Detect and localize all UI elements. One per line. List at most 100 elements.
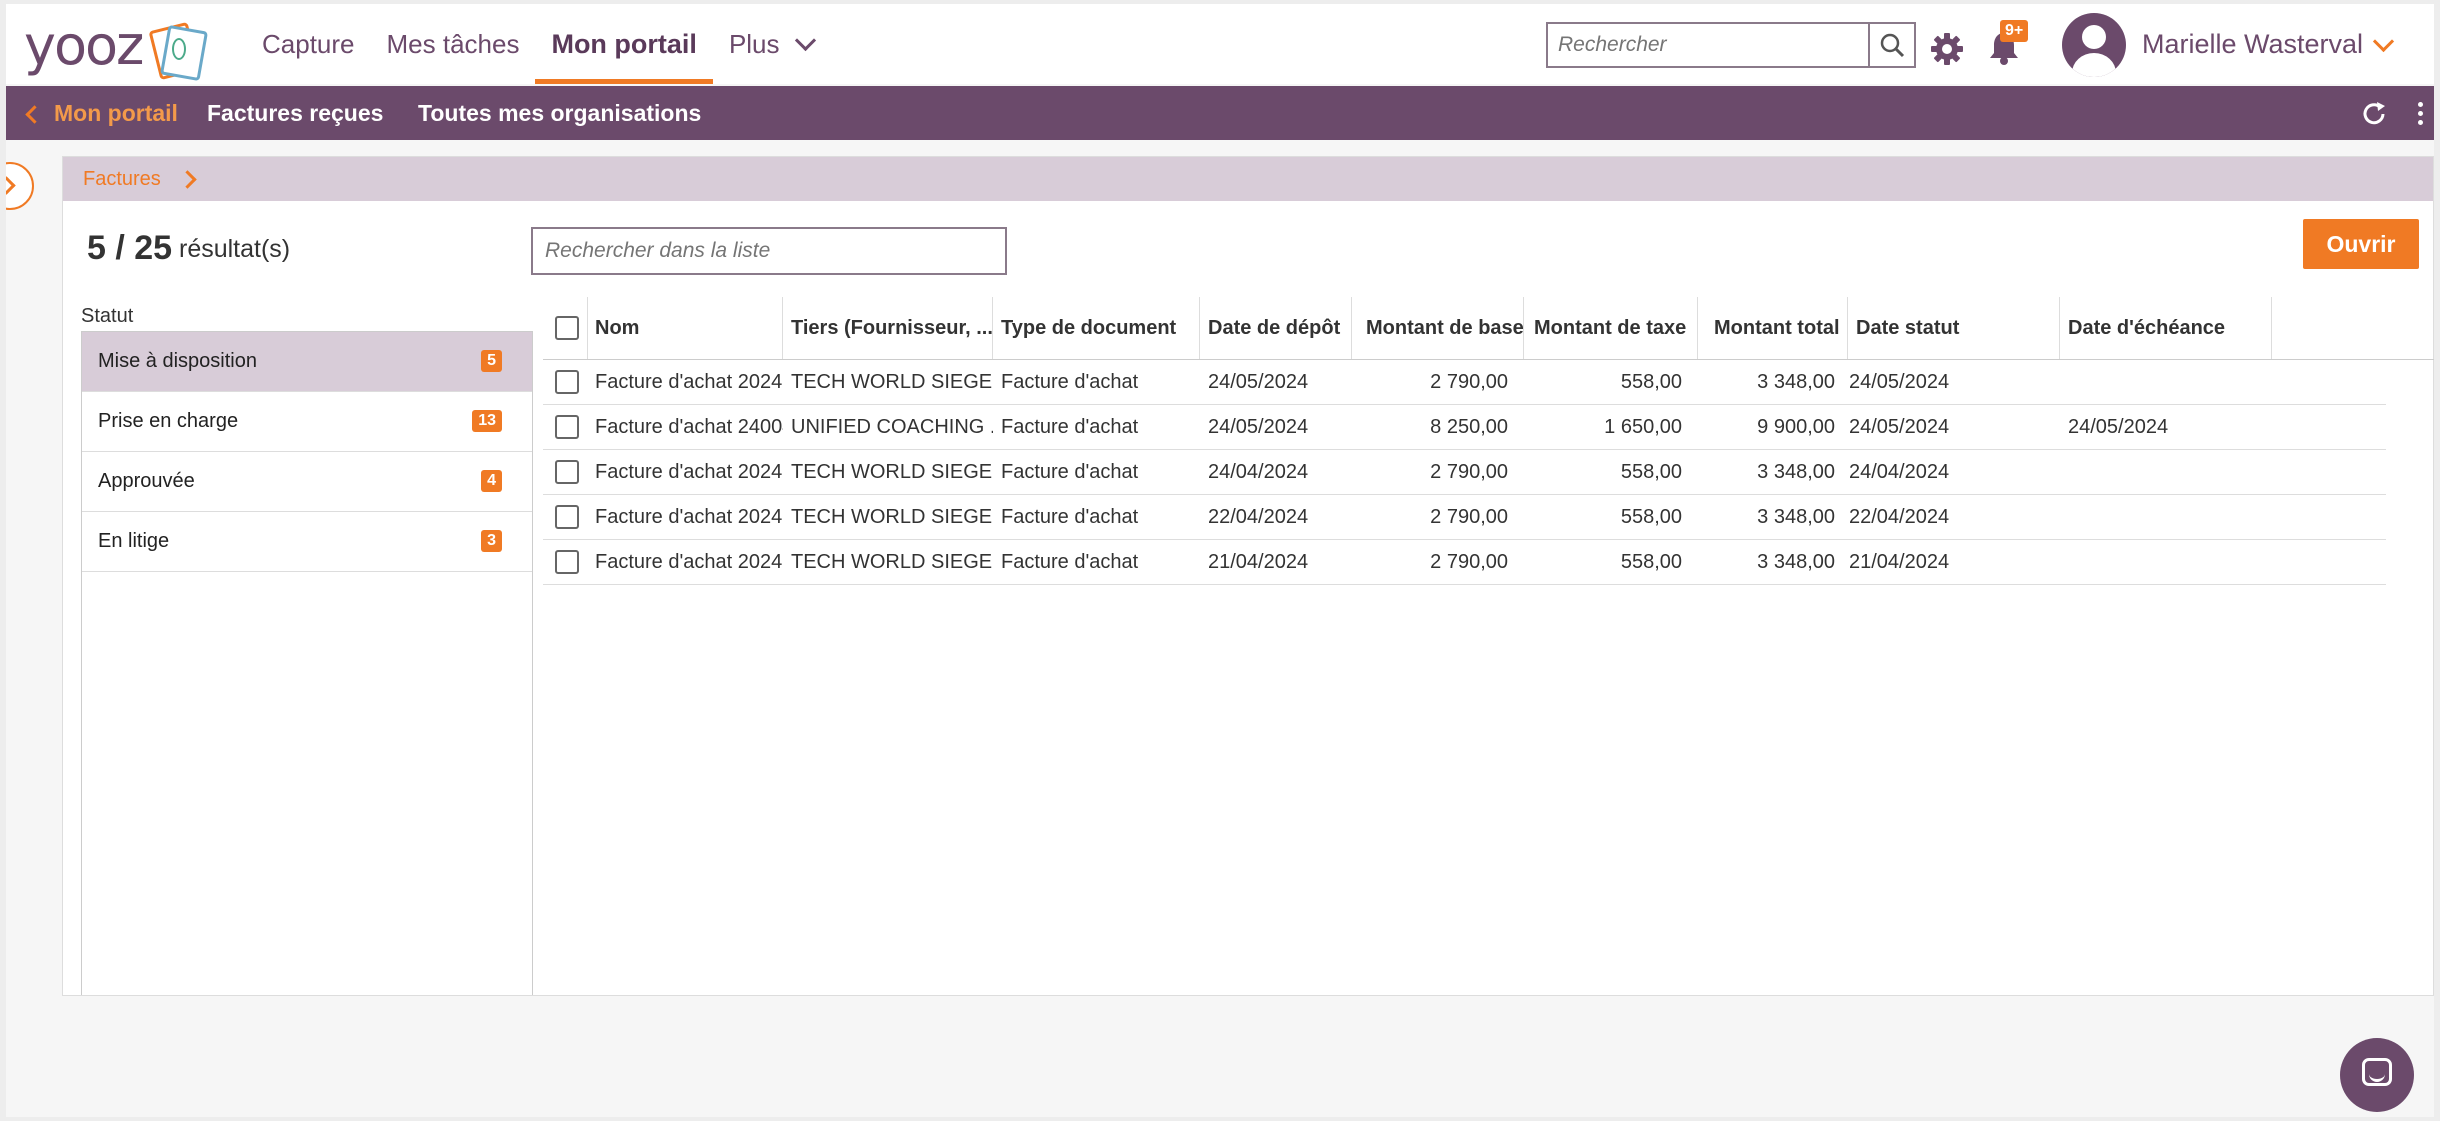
menu-item-label: Mes tâches [386,28,520,59]
status-count-badge: 3 [481,530,502,552]
menu-item-mon-portail[interactable]: Mon portail [535,4,714,84]
results-count: 5 / 25 [87,229,173,267]
global-search-input[interactable] [1548,24,1868,66]
column-header-date-echeance[interactable]: Date d'échéance [2060,297,2272,359]
chevron-right-icon[interactable] [178,170,197,189]
subnav-mon-portail[interactable]: Mon portail [54,86,178,140]
row-checkbox[interactable] [555,460,579,484]
cell-type-document: Facture d'achat [1001,416,1139,438]
row-checkbox[interactable] [555,370,579,394]
logo-cards-icon [148,20,209,82]
sidebar-expand-toggle[interactable] [6,162,34,210]
menu-item-capture[interactable]: Capture [246,4,371,84]
table-row[interactable]: Facture d'achat 20240131SMI (... TECH WOR… [543,540,2386,585]
status-label: Approuvée [98,470,195,492]
status-count-badge: 5 [481,350,502,372]
column-header-montant-taxe[interactable]: Montant de taxe [1524,297,1698,359]
cell-montant-total: 3 348,00 [1757,461,1835,483]
table-header: Nom Tiers (Fournisseur, ... Type de docu… [543,297,2434,360]
breadcrumb-factures[interactable]: Factures [83,157,161,201]
list-search-input[interactable] [531,227,1007,275]
status-item-en-litige[interactable]: En litige 3 [82,512,532,572]
user-name[interactable]: Marielle Wasterval [2142,4,2363,84]
back-chevron-icon[interactable] [25,105,44,124]
column-header-date-depot[interactable]: Date de dépôt [1200,297,1352,359]
search-icon [1880,33,1905,58]
open-button[interactable]: Ouvrir [2303,219,2419,269]
user-menu-chevron-icon[interactable] [2372,30,2395,53]
menu-item-label: Mon portail [551,28,697,59]
table-row[interactable]: Facture d'achat 20240132DCO ... TECH WORL… [543,450,2386,495]
cell-date-echeance [2060,540,2272,584]
column-header-type-document[interactable]: Type de document [993,297,1200,359]
cell-montant-taxe: 558,00 [1620,506,1682,528]
main-menu: Capture Mes tâches Mon portail Plus [246,4,829,84]
cell-date-echeance [2060,360,2272,404]
logo-text: yooz [24,14,144,77]
cell-montant-total: 3 348,00 [1757,551,1835,573]
user-icon [2082,25,2106,49]
cell-date-echeance: 24/05/2024 [2068,416,2169,438]
cell-type-document: Facture d'achat [1001,551,1139,573]
status-label: Mise à disposition [98,350,257,372]
table-row[interactable]: Facture d'achat 2400424GMI (... UNIFIED C… [543,405,2386,450]
row-checkbox[interactable] [555,415,579,439]
table-row[interactable]: Facture d'achat 20240131SMI (... TECH WOR… [543,495,2386,540]
cell-montant-total: 3 348,00 [1757,371,1835,393]
global-search [1546,22,1916,68]
more-options-icon[interactable] [2418,102,2423,129]
select-all-checkbox[interactable] [555,316,579,340]
menu-item-plus[interactable]: Plus [713,4,829,84]
status-filter-panel: Mise à disposition 5 Prise en charge 13 … [81,331,533,995]
settings-button[interactable] [1930,32,1964,71]
cell-nom: Facture d'achat 20240131SMI (... [595,506,783,528]
search-button[interactable] [1868,24,1914,66]
cell-montant-taxe: 558,00 [1620,461,1682,483]
cell-date-echeance [2060,495,2272,539]
column-header-montant-total[interactable]: Montant total [1698,297,1848,359]
column-header-tiers[interactable]: Tiers (Fournisseur, ... [783,297,993,359]
menu-item-label: Capture [262,28,355,59]
cell-date-depot: 21/04/2024 [1208,551,1309,573]
cell-montant-base: 2 790,00 [1430,551,1508,573]
sub-navbar: Mon portail Factures reçues Toutes mes o… [6,86,2434,140]
column-header-nom[interactable]: Nom [587,297,783,359]
cell-date-depot: 24/05/2024 [1208,416,1309,438]
cell-type-document: Facture d'achat [1001,506,1139,528]
chat-button[interactable] [2340,1038,2414,1112]
status-item-mise-a-disposition[interactable]: Mise à disposition 5 [82,332,532,392]
menu-item-label: Plus [728,28,780,59]
row-checkbox[interactable] [555,505,579,529]
invoices-table: Nom Tiers (Fournisseur, ... Type de docu… [543,297,2434,585]
status-item-approuvee[interactable]: Approuvée 4 [82,452,532,512]
column-header-date-statut[interactable]: Date statut [1848,297,2060,359]
cell-date-depot: 24/04/2024 [1208,461,1309,483]
refresh-icon [2363,102,2385,125]
status-label: En litige [98,530,170,552]
avatar[interactable] [2062,13,2126,77]
subnav-factures-recues[interactable]: Factures reçues [207,86,383,140]
top-navbar: yooz Capture Mes tâches Mon portail Plus [6,4,2434,84]
column-header-montant-base[interactable]: Montant de base [1352,297,1524,359]
subnav-toutes-organisations[interactable]: Toutes mes organisations [418,86,701,140]
cell-montant-total: 3 348,00 [1757,506,1835,528]
status-count-badge: 13 [472,410,502,432]
cell-montant-base: 2 790,00 [1430,371,1508,393]
cell-montant-taxe: 558,00 [1620,551,1682,573]
cell-tiers: TECH WORLD SIEGE (... [791,461,993,483]
row-checkbox[interactable] [555,550,579,574]
cell-nom: Facture d'achat 2400424GMI (... [595,416,783,438]
cell-type-document: Facture d'achat [1001,371,1139,393]
yooz-logo[interactable]: yooz [24,14,209,82]
cell-montant-base: 2 790,00 [1430,461,1508,483]
table-row[interactable]: Facture d'achat 20240131SMI (... TECH WOR… [543,360,2386,405]
status-item-prise-en-charge[interactable]: Prise en charge 13 [82,392,532,452]
menu-item-mes-taches[interactable]: Mes tâches [371,4,536,84]
cell-montant-total: 9 900,00 [1757,416,1835,438]
refresh-button[interactable] [2360,100,2388,133]
cell-montant-base: 8 250,00 [1430,416,1508,438]
status-label: Prise en charge [98,410,239,432]
cell-date-depot: 24/05/2024 [1208,371,1309,393]
cell-tiers: TECH WORLD SIEGE (... [791,551,993,573]
table-body: Facture d'achat 20240131SMI (... TECH WOR… [543,360,2434,585]
